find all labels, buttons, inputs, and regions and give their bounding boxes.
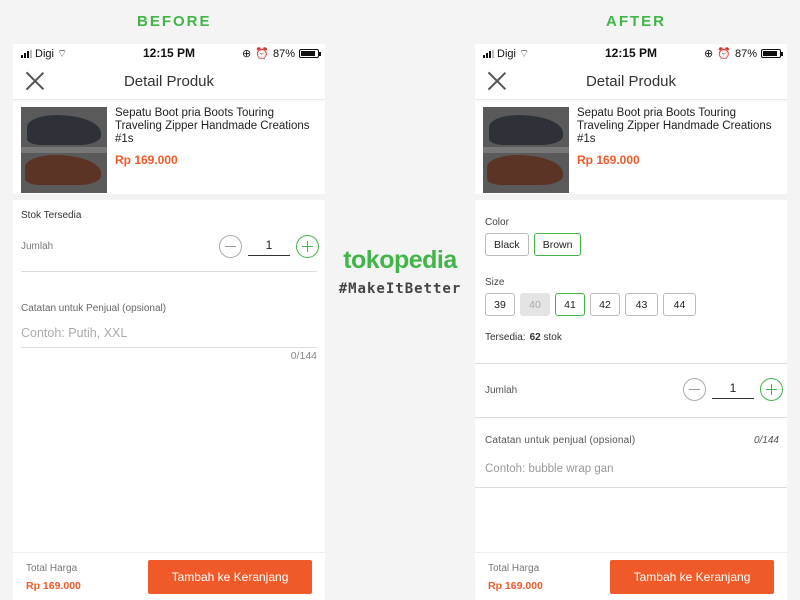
quantity-label: Jumlah: [485, 385, 518, 396]
hashtag: #MakeItBetter: [338, 281, 462, 297]
product-summary: Sepatu Boot pria Boots Touring Traveling…: [13, 100, 325, 200]
add-to-cart-button[interactable]: Tambah ke Keranjang: [148, 560, 312, 594]
stock-info: Tersedia: 62 stok: [485, 332, 562, 343]
note-underline: [21, 347, 317, 348]
product-price: Rp 169.000: [577, 153, 640, 167]
boot-black: [27, 115, 101, 145]
boot-brown: [25, 155, 101, 185]
page-title: Detail Produk: [585, 73, 677, 90]
stock-count: 62: [529, 332, 541, 343]
size-options: 39 40 41 42 43 44: [485, 293, 696, 316]
color-option-black[interactable]: Black: [485, 233, 529, 256]
size-option-41[interactable]: 41: [555, 293, 585, 316]
total-label: Total Harga: [26, 563, 78, 574]
brand-block: tokopedia #MakeItBetter: [330, 246, 470, 297]
divider: [21, 271, 317, 272]
stock-label: Tersedia:: [485, 332, 526, 343]
divider: [475, 487, 787, 488]
quantity-input[interactable]: 1: [248, 238, 290, 256]
size-option-42[interactable]: 42: [590, 293, 620, 316]
size-option-44[interactable]: 44: [663, 293, 696, 316]
product-name: Sepatu Boot pria Boots Touring Traveling…: [577, 107, 772, 145]
battery-percent: 87%: [272, 47, 295, 60]
plus-icon[interactable]: [760, 378, 783, 401]
app-header: Detail Produk: [475, 62, 787, 100]
app-header: Detail Produk: [13, 62, 325, 100]
note-input[interactable]: Contoh: bubble wrap gan: [485, 463, 614, 475]
boot-brown: [487, 155, 563, 185]
minus-icon[interactable]: [683, 378, 706, 401]
note-label: Catatan untuk Penjual (opsional): [21, 303, 167, 314]
product-price: Rp 169.000: [115, 153, 178, 167]
note-input[interactable]: Contoh: Putih, XXL: [21, 326, 127, 340]
total-label: Total Harga: [488, 563, 540, 574]
status-right: ⊕ ⏰ 87%: [242, 47, 321, 60]
after-label: AFTER: [606, 13, 666, 30]
size-option-40: 40: [520, 293, 550, 316]
product-info: Sepatu Boot pria Boots Touring Traveling…: [115, 107, 317, 187]
battery-icon: [299, 49, 321, 58]
product-image: [483, 107, 569, 193]
add-to-cart-button[interactable]: Tambah ke Keranjang: [610, 560, 774, 594]
divider: [475, 417, 787, 418]
note-char-count: 0/144: [753, 435, 779, 446]
quantity-stepper: 1: [683, 378, 783, 401]
quantity-stepper: 1: [219, 235, 319, 258]
image-divider: [483, 147, 569, 153]
quantity-input[interactable]: 1: [712, 381, 754, 399]
checkout-footer: Total Harga Rp 169.000 Tambah ke Keranja…: [13, 552, 325, 600]
battery-percent: 87%: [734, 47, 757, 60]
size-label: Size: [485, 277, 505, 288]
alarm-icon: ⏰: [717, 48, 731, 60]
product-summary: Sepatu Boot pria Boots Touring Traveling…: [475, 100, 787, 200]
battery-icon: [761, 49, 783, 58]
product-image: [21, 107, 107, 193]
phone-before: Digi ⌔ 12:15 PM ⊕ ⏰ 87% Detail Produk Se…: [13, 44, 325, 600]
stock-label: Stok Tersedia: [21, 210, 82, 221]
size-option-43[interactable]: 43: [625, 293, 658, 316]
total-value: Rp 169.000: [488, 580, 543, 592]
before-label: BEFORE: [137, 13, 212, 30]
status-bar: Digi ⌔ 12:15 PM ⊕ ⏰ 87%: [13, 44, 325, 62]
status-bar: Digi ⌔ 12:15 PM ⊕ ⏰ 87%: [475, 44, 787, 62]
note-char-count: 0/144: [290, 350, 317, 362]
stock-unit: stok: [543, 332, 562, 343]
minus-icon[interactable]: [219, 235, 242, 258]
color-option-brown[interactable]: Brown: [533, 233, 582, 256]
tokopedia-logo: tokopedia: [343, 246, 457, 274]
plus-icon[interactable]: [296, 235, 319, 258]
color-label: Color: [485, 217, 509, 228]
image-divider: [21, 147, 107, 153]
product-name: Sepatu Boot pria Boots Touring Traveling…: [115, 107, 310, 145]
quantity-label: Jumlah: [21, 241, 54, 252]
boot-black: [489, 115, 563, 145]
rotation-lock-icon: ⊕: [704, 48, 714, 60]
color-options: Black Brown: [485, 233, 582, 256]
divider: [475, 363, 787, 364]
rotation-lock-icon: ⊕: [242, 48, 252, 60]
phone-after: Digi ⌔ 12:15 PM ⊕ ⏰ 87% Detail Produk Se…: [475, 44, 787, 600]
checkout-footer: Total Harga Rp 169.000 Tambah ke Keranja…: [475, 552, 787, 600]
size-option-39[interactable]: 39: [485, 293, 515, 316]
status-right: ⊕ ⏰ 87%: [704, 47, 783, 60]
note-label: Catatan untuk penjual (opsional): [485, 435, 636, 446]
total-value: Rp 169.000: [26, 580, 81, 592]
product-info: Sepatu Boot pria Boots Touring Traveling…: [577, 107, 779, 187]
page-title: Detail Produk: [123, 73, 215, 90]
alarm-icon: ⏰: [255, 48, 269, 60]
